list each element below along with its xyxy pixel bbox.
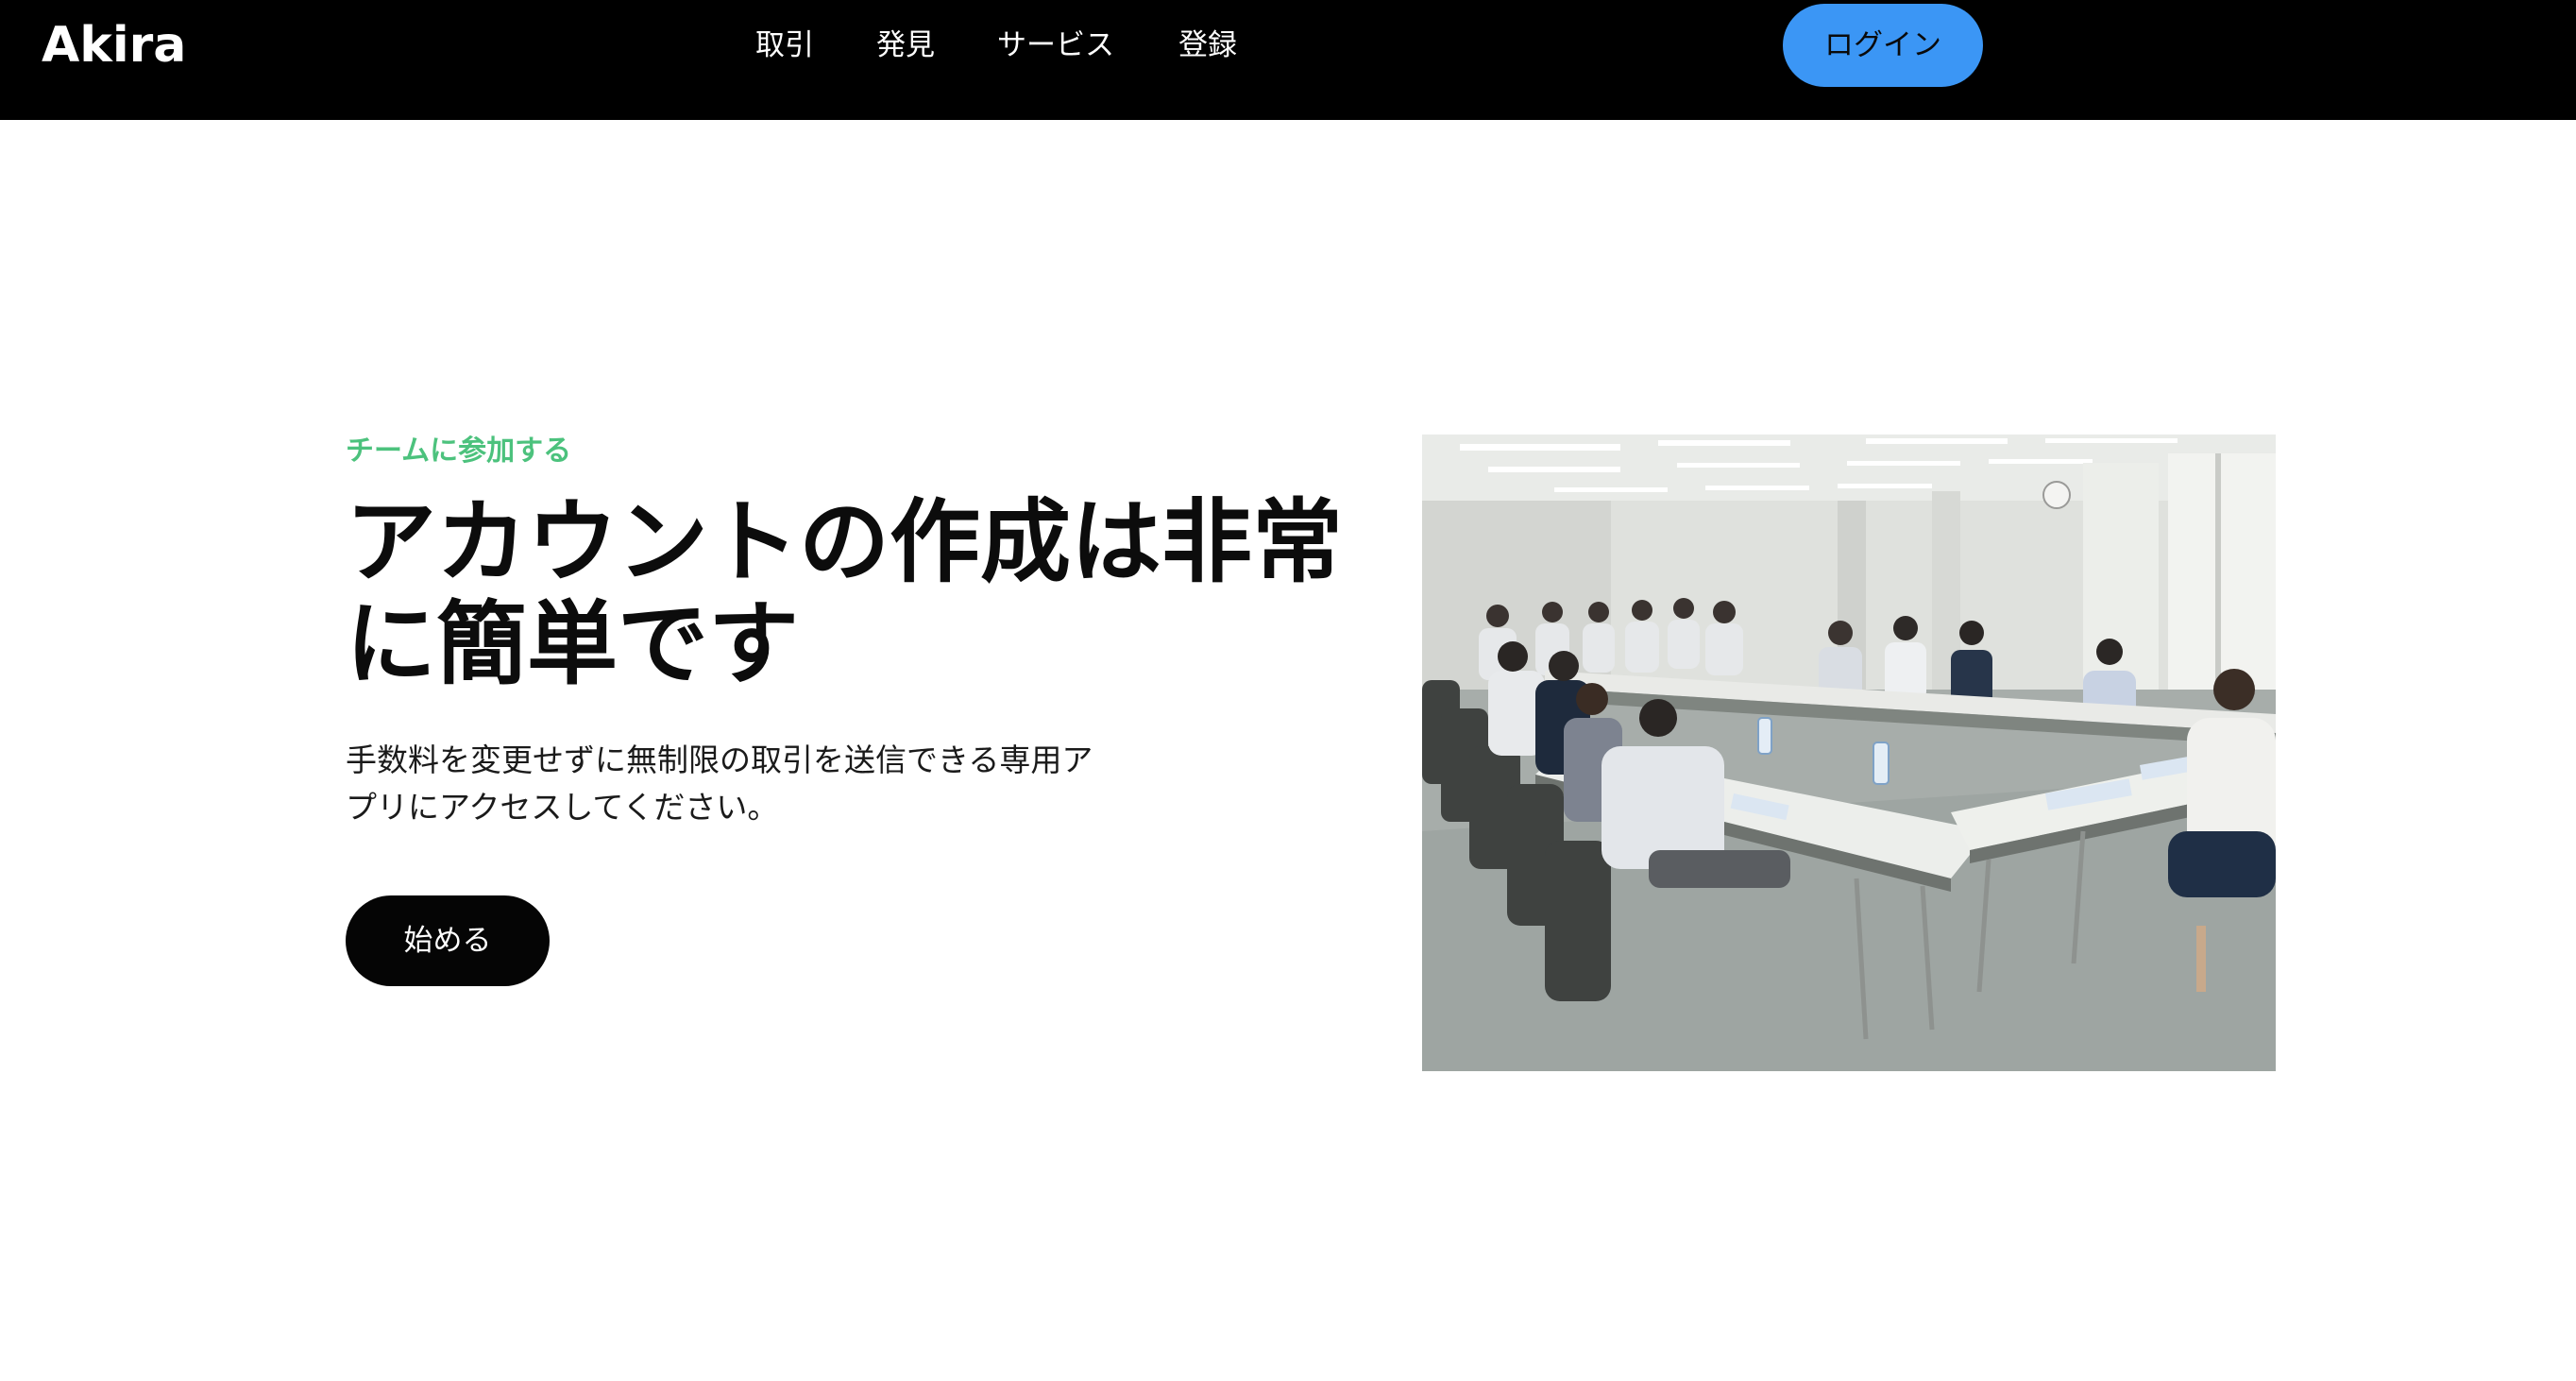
brand-logo[interactable]: Akira xyxy=(42,15,186,76)
meeting-room-photo xyxy=(1422,435,2276,1071)
hero-headline-line-1: アカウントの作成は非常 xyxy=(346,489,1343,595)
hero-description-line-2: プリにアクセスしてください。 xyxy=(346,789,779,826)
hero-headline-line-2: に簡単です xyxy=(346,591,799,697)
hero-description: 手数料を変更せずに無制限の取引を送信できる専用ア プリにアクセスしてください。 xyxy=(346,737,1195,831)
hero-eyebrow: チームに参加する xyxy=(346,435,572,468)
get-started-button[interactable]: 始める xyxy=(346,895,550,986)
meeting-room-illustration xyxy=(1422,435,2276,1071)
nav-link-register[interactable]: 登録 xyxy=(1178,25,1237,66)
top-navbar: Akira 取引 発見 サービス 登録 ログイン xyxy=(0,0,2576,120)
hero-description-line-1: 手数料を変更せずに無制限の取引を送信できる専用ア xyxy=(346,742,1093,778)
nav-link-discover[interactable]: 発見 xyxy=(876,25,935,66)
login-button[interactable]: ログイン xyxy=(1783,4,1983,87)
hero-headline: アカウントの作成は非常 に簡単です xyxy=(346,491,1384,695)
nav-link-services[interactable]: サービス xyxy=(997,25,1114,66)
nav-link-trade[interactable]: 取引 xyxy=(755,25,814,66)
